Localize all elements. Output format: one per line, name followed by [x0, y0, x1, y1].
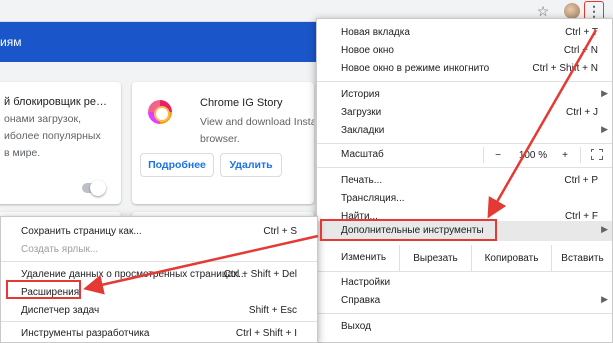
arrow-to-more-tools — [487, 29, 598, 219]
annotation-arrows — [83, 29, 598, 295]
arrow-to-extensions — [83, 234, 319, 295]
